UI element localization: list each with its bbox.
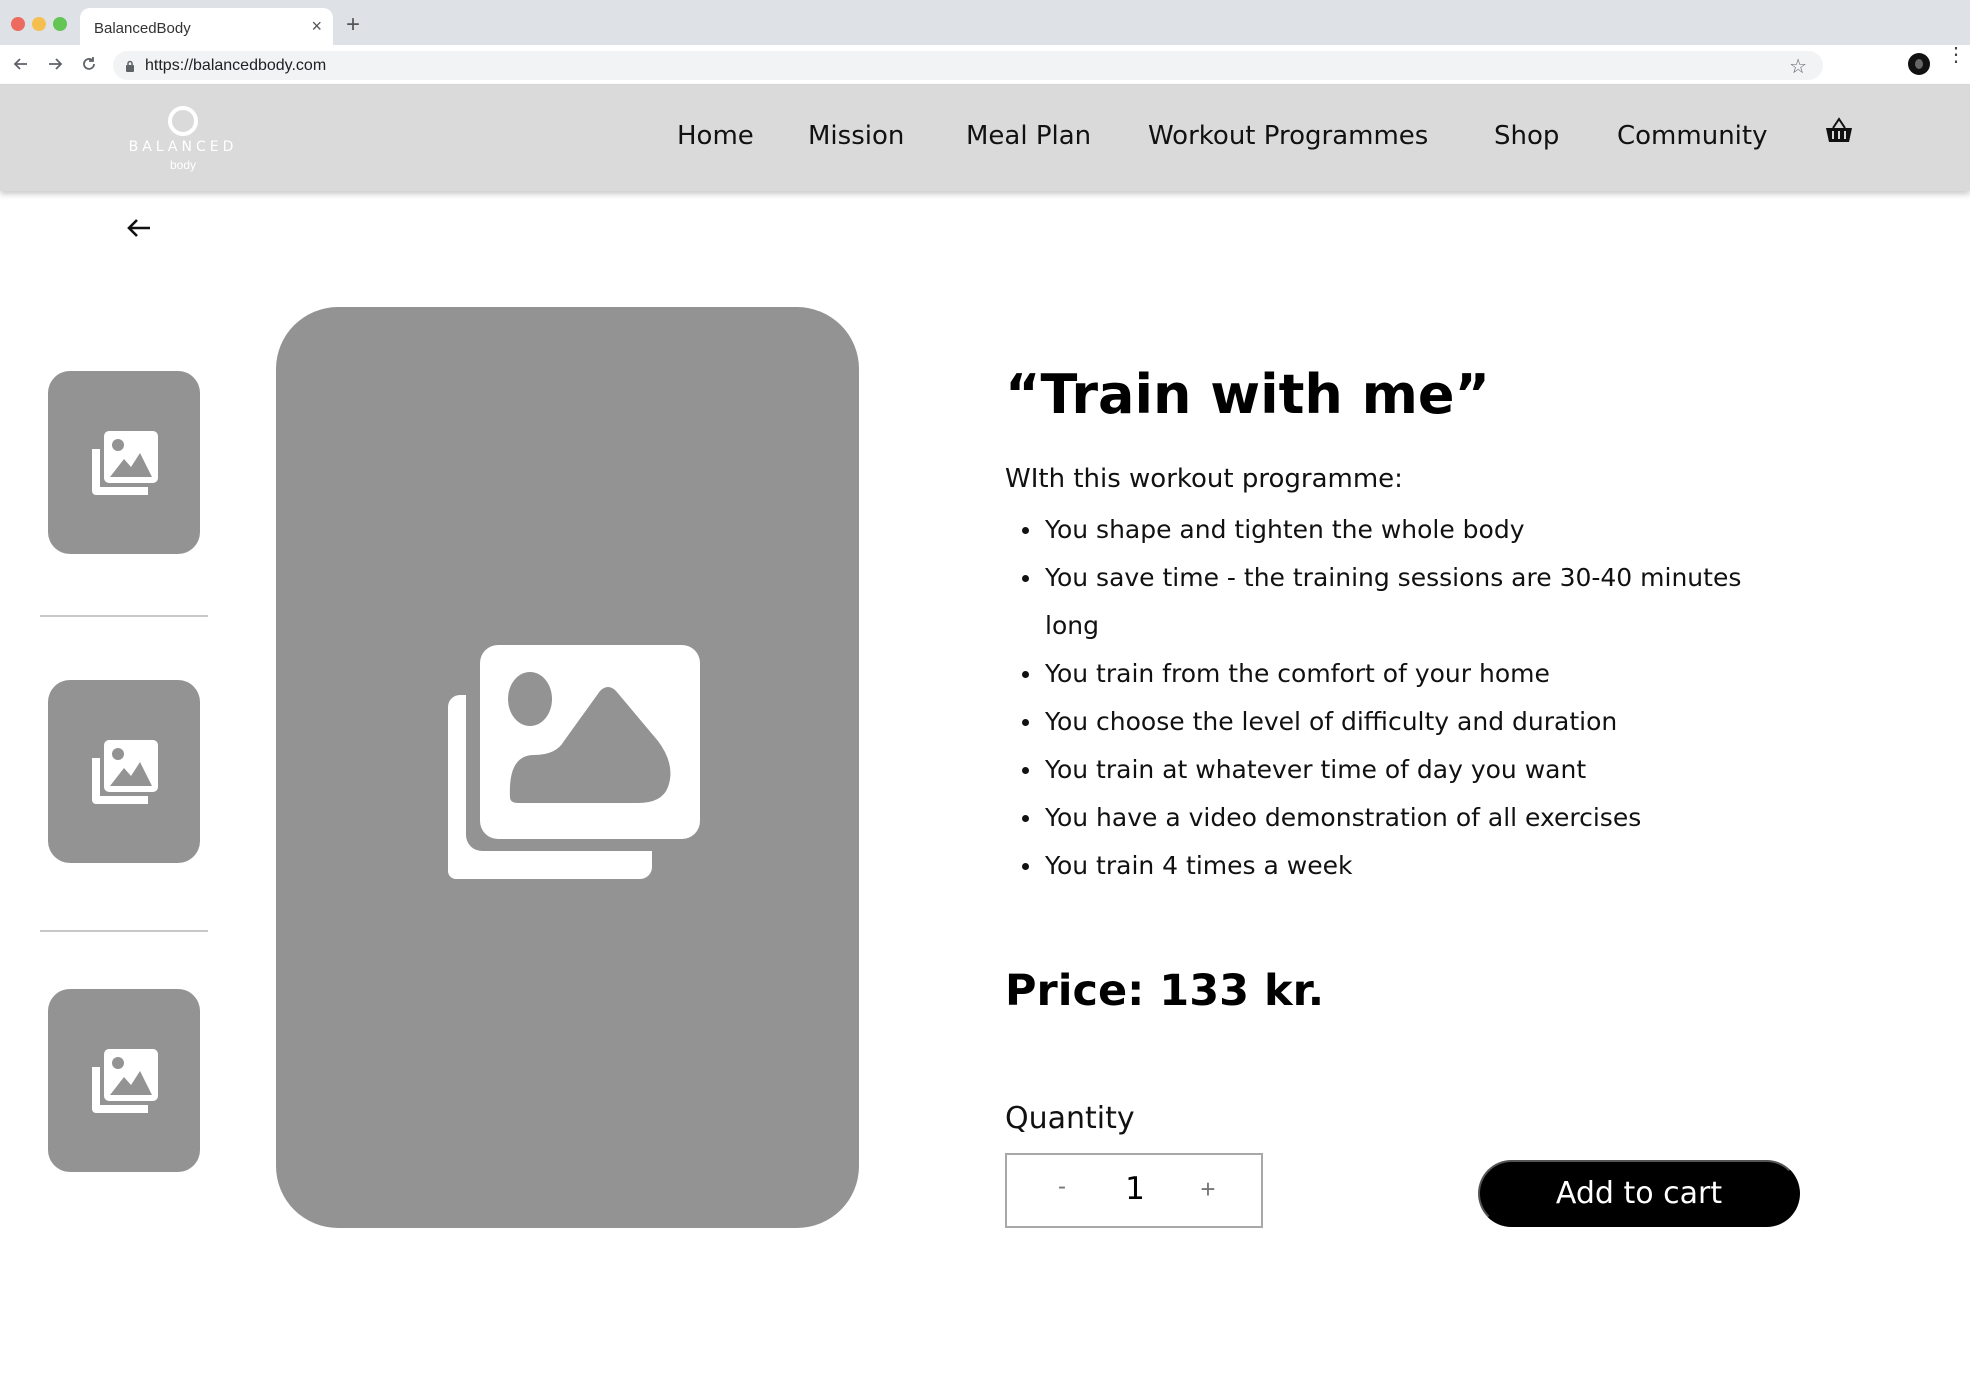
nav-shop[interactable]: Shop: [1494, 121, 1559, 151]
browser-toolbar: https://balancedbody.com ☆: [0, 45, 1970, 85]
benefits-list: You shape and tighten the whole body You…: [1005, 506, 1765, 890]
quantity-decrease-button[interactable]: -: [1047, 1173, 1077, 1201]
lock-icon: [125, 59, 135, 77]
benefit-item: You choose the level of difficulty and d…: [1005, 698, 1765, 746]
nav-workout-programmes[interactable]: Workout Programmes: [1148, 121, 1428, 151]
browser-menu-icon[interactable]: ⋮: [1946, 45, 1966, 65]
product-intro: WIth this workout programme:: [1005, 464, 1403, 494]
quantity-label: Quantity: [1005, 1101, 1135, 1136]
thumbnail-3[interactable]: [48, 989, 200, 1172]
image-gallery-icon: [447, 644, 700, 879]
tab-title: BalancedBody: [94, 20, 191, 37]
logo-text: BALANCED: [128, 139, 238, 155]
thumbnail-divider: [40, 615, 208, 617]
window-minimize-dot[interactable]: [32, 17, 46, 31]
site-header: BALANCED body Home Mission Meal Plan Wor…: [0, 85, 1970, 191]
image-gallery-icon: [92, 431, 158, 495]
back-arrow-icon[interactable]: [124, 213, 154, 243]
quantity-value[interactable]: 1: [1107, 1171, 1163, 1207]
basket-icon[interactable]: [1824, 117, 1854, 145]
reload-icon[interactable]: [78, 53, 100, 75]
url-text: https://balancedbody.com: [145, 57, 327, 74]
browser-tab-bar: BalancedBody × +: [0, 0, 1970, 45]
thumbnail-divider: [40, 930, 208, 932]
quantity-stepper: - 1 +: [1005, 1153, 1263, 1228]
quantity-increase-button[interactable]: +: [1193, 1174, 1223, 1205]
browser-tab[interactable]: BalancedBody ×: [80, 8, 333, 45]
logo-subtext: body: [169, 158, 197, 172]
image-gallery-icon: [92, 1049, 158, 1113]
thumbnail-1[interactable]: [48, 371, 200, 554]
thumbnail-2[interactable]: [48, 680, 200, 863]
main-product-image: [276, 307, 859, 1228]
benefit-item: You have a video demonstration of all ex…: [1005, 794, 1765, 842]
product-title: “Train with me”: [1005, 363, 1491, 426]
nav-meal-plan[interactable]: Meal Plan: [966, 121, 1091, 151]
nav-community[interactable]: Community: [1617, 121, 1767, 151]
add-to-cart-button[interactable]: Add to cart: [1478, 1160, 1800, 1227]
window-close-dot[interactable]: [11, 17, 25, 31]
price: Price: 133 kr.: [1005, 966, 1324, 1016]
new-tab-icon[interactable]: +: [346, 11, 360, 39]
price-value: 133 kr.: [1159, 966, 1325, 1016]
benefit-item: You train at whatever time of day you wa…: [1005, 746, 1765, 794]
tab-close-icon[interactable]: ×: [311, 16, 322, 37]
window-maximize-dot[interactable]: [53, 17, 67, 31]
benefit-item: You shape and tighten the whole body: [1005, 506, 1765, 554]
site-logo[interactable]: BALANCED body: [128, 103, 238, 179]
logo-ring-icon: [168, 103, 198, 136]
image-gallery-icon: [92, 740, 158, 804]
nav-home[interactable]: Home: [677, 121, 754, 151]
bookmark-star-icon[interactable]: ☆: [1789, 54, 1807, 79]
nav-mission[interactable]: Mission: [808, 121, 904, 151]
price-label: Price:: [1005, 966, 1145, 1016]
forward-nav-icon[interactable]: [44, 53, 66, 75]
benefit-item: You save time - the training sessions ar…: [1005, 554, 1765, 650]
profile-avatar[interactable]: [1908, 53, 1930, 75]
back-nav-icon[interactable]: [10, 53, 32, 75]
benefit-item: You train 4 times a week: [1005, 842, 1765, 890]
address-bar[interactable]: https://balancedbody.com ☆: [113, 51, 1823, 80]
benefit-item: You train from the comfort of your home: [1005, 650, 1765, 698]
